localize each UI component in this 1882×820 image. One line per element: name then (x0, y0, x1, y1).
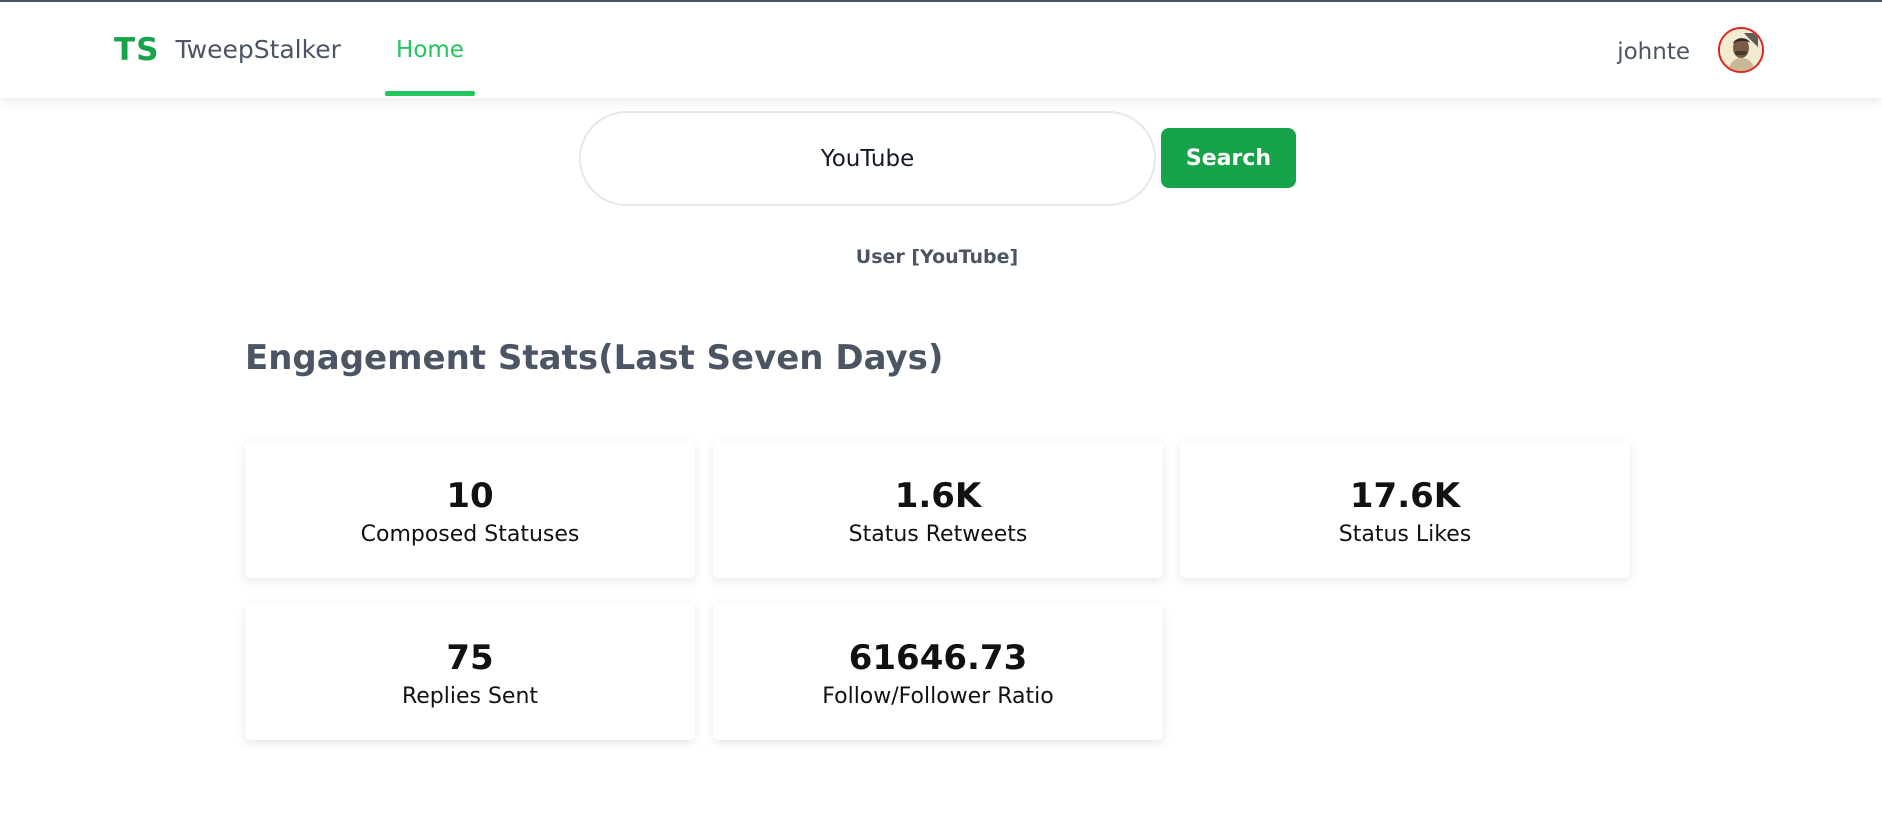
stat-label: Status Likes (1338, 522, 1472, 547)
search-input[interactable] (579, 111, 1156, 206)
nav-tab-home-label: Home (396, 37, 464, 63)
stat-label: Status Retweets (848, 522, 1028, 547)
stat-value: 61646.73 (848, 638, 1028, 678)
stat-card-replies-sent: 75 Replies Sent (245, 603, 695, 740)
brand[interactable]: TS TweepStalker (114, 32, 341, 68)
nav-tab-home[interactable]: Home (385, 2, 475, 96)
stat-card-follow-follower-ratio: 61646.73 Follow/Follower Ratio (713, 603, 1163, 740)
stat-label: Follow/Follower Ratio (822, 684, 1054, 709)
nav-tab-active-indicator (385, 91, 475, 96)
stat-label: Composed Statuses (360, 522, 580, 547)
avatar[interactable] (1718, 27, 1764, 73)
result-user-label: User [YouTube] (855, 246, 1019, 268)
stat-value: 1.6K (894, 476, 982, 516)
avatar-image (1720, 29, 1762, 71)
stat-value: 17.6K (1349, 476, 1461, 516)
stat-label: Replies Sent (401, 684, 539, 709)
brand-logo: TS (114, 32, 160, 68)
user-name[interactable]: johnte (1600, 36, 1690, 68)
stat-card-status-likes: 17.6K Status Likes (1180, 441, 1630, 578)
search-bar (579, 111, 1156, 206)
brand-name: TweepStalker (175, 35, 341, 64)
stat-card-status-retweets: 1.6K Status Retweets (713, 441, 1163, 578)
stat-value: 75 (446, 638, 494, 678)
stat-value: 10 (446, 476, 494, 516)
stat-card-composed-statuses: 10 Composed Statuses (245, 441, 695, 578)
navbar: TS TweepStalker Home johnte (0, 2, 1882, 98)
section-title: Engagement Stats(Last Seven Days) (245, 338, 944, 378)
search-button[interactable]: Search (1161, 128, 1296, 188)
